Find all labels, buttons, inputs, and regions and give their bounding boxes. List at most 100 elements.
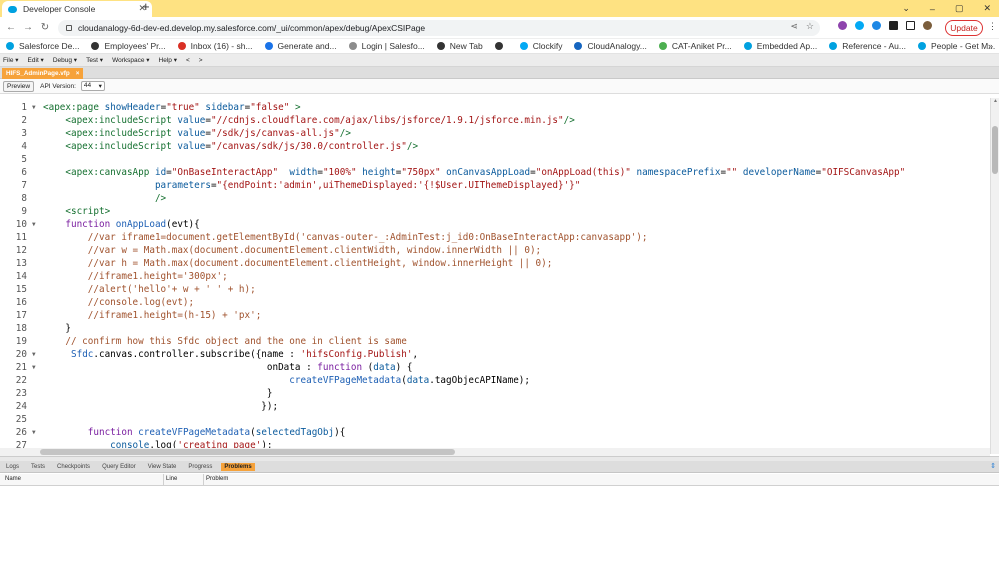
- bookmark-star-icon[interactable]: ☆: [806, 21, 814, 32]
- forward-arrow-icon[interactable]: →: [21, 22, 35, 33]
- api-version-select[interactable]: 44 ▾: [80, 81, 105, 91]
- more-menu-icon[interactable]: ⋮: [988, 21, 997, 32]
- reload-icon[interactable]: ↻: [38, 22, 52, 33]
- bookmark-item[interactable]: Clockify: [519, 41, 563, 51]
- bookmark-item[interactable]: People - Get M...: [918, 41, 995, 51]
- code-line[interactable]: 18 }: [0, 322, 990, 335]
- bookmark-item[interactable]: New Tab: [436, 41, 483, 51]
- bottom-tab-tests[interactable]: Tests: [28, 463, 48, 471]
- console-menu-item[interactable]: Debug ▾: [53, 56, 77, 64]
- console-menu-item[interactable]: Help ▾: [159, 56, 177, 64]
- bottom-tab-problems[interactable]: Problems: [221, 462, 255, 471]
- code-line[interactable]: 14 //iframe1.height='300px';: [0, 270, 990, 283]
- code-line[interactable]: 3 <apex:includeScript value="/sdk/js/can…: [0, 127, 990, 140]
- code-line[interactable]: 20 ▼ Sfdc.canvas.controller.subscribe({na…: [0, 348, 990, 361]
- bookmark-item[interactable]: Employees' Pr...: [91, 41, 166, 51]
- bookmark-item[interactable]: Login | Salesfo...: [348, 41, 425, 51]
- code-line[interactable]: 13 //var h = Math.max(document.documentE…: [0, 257, 990, 270]
- clockify-extension-icon[interactable]: [855, 21, 864, 30]
- code-editor[interactable]: 1 ▼ <apex:page showHeader="true" sidebar="…: [0, 98, 999, 454]
- new-tab-button[interactable]: +: [142, 0, 150, 14]
- scrollbar-thumb[interactable]: [992, 126, 998, 174]
- code-line[interactable]: 22 createVFPageMetadata(data.tagObjecAPI…: [0, 374, 990, 387]
- line-number: 16: [15, 297, 27, 308]
- console-menu-item[interactable]: Test ▾: [86, 56, 103, 64]
- close-file-tab-icon[interactable]: ×: [76, 70, 80, 77]
- file-tab-hifs-adminpage[interactable]: HIFS_AdminPage.vfp ×: [2, 68, 84, 79]
- fold-arrow-icon[interactable]: ▼: [32, 348, 36, 361]
- side-panel-icon[interactable]: [906, 21, 915, 30]
- code-line[interactable]: 25: [0, 413, 990, 426]
- minimize-icon[interactable]: –: [930, 4, 935, 14]
- bookmark-item[interactable]: Embedded Ap...: [743, 41, 817, 51]
- code-line[interactable]: 17 //iframe1.height=(h-15) + 'px';: [0, 309, 990, 322]
- column-header-problem[interactable]: Problem: [206, 476, 228, 482]
- code-line[interactable]: 8 />: [0, 192, 990, 205]
- bookmark-item[interactable]: Reference - Au...: [829, 41, 906, 51]
- preview-button[interactable]: Preview: [3, 80, 35, 92]
- h-scrollbar-thumb[interactable]: [40, 449, 455, 455]
- update-button[interactable]: Update: [945, 20, 983, 36]
- console-menu-item[interactable]: <: [186, 57, 190, 64]
- code-line[interactable]: 12 //var w = Math.max(document.documentE…: [0, 244, 990, 257]
- code-line[interactable]: 1 ▼ <apex:page showHeader="true" sidebar="…: [0, 101, 990, 114]
- bottom-tab-checkpoints[interactable]: Checkpoints: [54, 463, 93, 471]
- file-tab-label: HIFS_AdminPage.vfp: [6, 70, 70, 77]
- bookmark-item[interactable]: [494, 42, 508, 50]
- share-icon[interactable]: ⋖: [790, 21, 798, 32]
- scroll-up-icon[interactable]: ▲: [993, 98, 998, 104]
- bottom-tab-view-state[interactable]: View State: [145, 463, 180, 471]
- code-line[interactable]: 16 //console.log(evt);: [0, 296, 990, 309]
- site-info-icon[interactable]: [66, 25, 72, 31]
- bookmark-item[interactable]: CloudAnalogy...: [574, 41, 647, 51]
- fold-arrow-icon[interactable]: ▼: [32, 426, 36, 439]
- bookmark-label: Clockify: [532, 41, 563, 51]
- bookmark-item[interactable]: Inbox (16) - sh...: [177, 41, 253, 51]
- expand-panel-icon[interactable]: ⇕: [990, 462, 996, 470]
- column-header-name[interactable]: Name: [5, 476, 21, 482]
- line-number: 9: [21, 206, 27, 217]
- code-line[interactable]: 6 <apex:canvasApp id="OnBaseInteractApp"…: [0, 166, 990, 179]
- salesforce-inspector-icon[interactable]: [872, 21, 881, 30]
- code-line[interactable]: 5: [0, 153, 990, 166]
- code-line[interactable]: 19 // confirm how this Sfdc object and t…: [0, 335, 990, 348]
- bookmark-item[interactable]: Salesforce De...: [6, 41, 79, 51]
- all-bookmarks-icon[interactable]: »: [988, 41, 993, 51]
- code-line[interactable]: 4 <apex:includeScript value="/canvas/sdk…: [0, 140, 990, 153]
- bottom-tab-logs[interactable]: Logs: [3, 463, 22, 471]
- pen-extension-icon[interactable]: [838, 21, 847, 30]
- editor-horizontal-scrollbar[interactable]: [0, 448, 990, 456]
- console-menu-item[interactable]: >: [199, 57, 203, 64]
- console-menu-item[interactable]: File ▾: [3, 56, 19, 64]
- console-menu-item[interactable]: Workspace ▾: [112, 56, 149, 64]
- fold-arrow-icon[interactable]: ▼: [32, 101, 36, 114]
- fold-arrow-icon[interactable]: ▼: [32, 218, 36, 231]
- maximize-icon[interactable]: ▢: [955, 3, 964, 14]
- editor-vertical-scrollbar[interactable]: ▲: [990, 98, 999, 454]
- code-text: <script>: [65, 206, 111, 217]
- bookmark-item[interactable]: Generate and...: [264, 41, 337, 51]
- bottom-tab-query-editor[interactable]: Query Editor: [99, 463, 139, 471]
- address-bar[interactable]: cloudanalogy-6d-dev-ed.develop.my.salesf…: [58, 20, 820, 36]
- column-header-line[interactable]: Line: [166, 476, 177, 482]
- back-arrow-icon[interactable]: ←: [4, 22, 18, 33]
- code-line[interactable]: 21 ▼ onData : function (data) {: [0, 361, 990, 374]
- console-menu-item[interactable]: Edit ▾: [28, 56, 44, 64]
- profile-avatar-icon[interactable]: [923, 21, 932, 30]
- code-line[interactable]: 24 });: [0, 400, 990, 413]
- fold-arrow-icon[interactable]: ▼: [32, 361, 36, 374]
- code-line[interactable]: 7 parameters="{endPoint:'admin',uiThemeD…: [0, 179, 990, 192]
- code-line[interactable]: 10 ▼ function onAppLoad(evt){: [0, 218, 990, 231]
- browser-tab[interactable]: Developer Console ✕: [2, 1, 152, 17]
- code-line[interactable]: 15 //alert('hello'+ w + ' ' + h);: [0, 283, 990, 296]
- code-line[interactable]: 9 <script>: [0, 205, 990, 218]
- extensions-puzzle-icon[interactable]: [889, 21, 898, 30]
- bookmark-item[interactable]: CAT-Aniket Pr...: [658, 41, 732, 51]
- code-line[interactable]: 11 //var iframe1=document.getElementById…: [0, 231, 990, 244]
- code-line[interactable]: 26 ▼ function createVFPageMetadata(select…: [0, 426, 990, 439]
- code-line[interactable]: 23 }: [0, 387, 990, 400]
- close-window-icon[interactable]: ✕: [983, 3, 991, 14]
- bottom-tab-progress[interactable]: Progress: [185, 463, 215, 471]
- tab-search-icon[interactable]: ⌄: [902, 3, 910, 14]
- code-line[interactable]: 2 <apex:includeScript value="//cdnjs.clo…: [0, 114, 990, 127]
